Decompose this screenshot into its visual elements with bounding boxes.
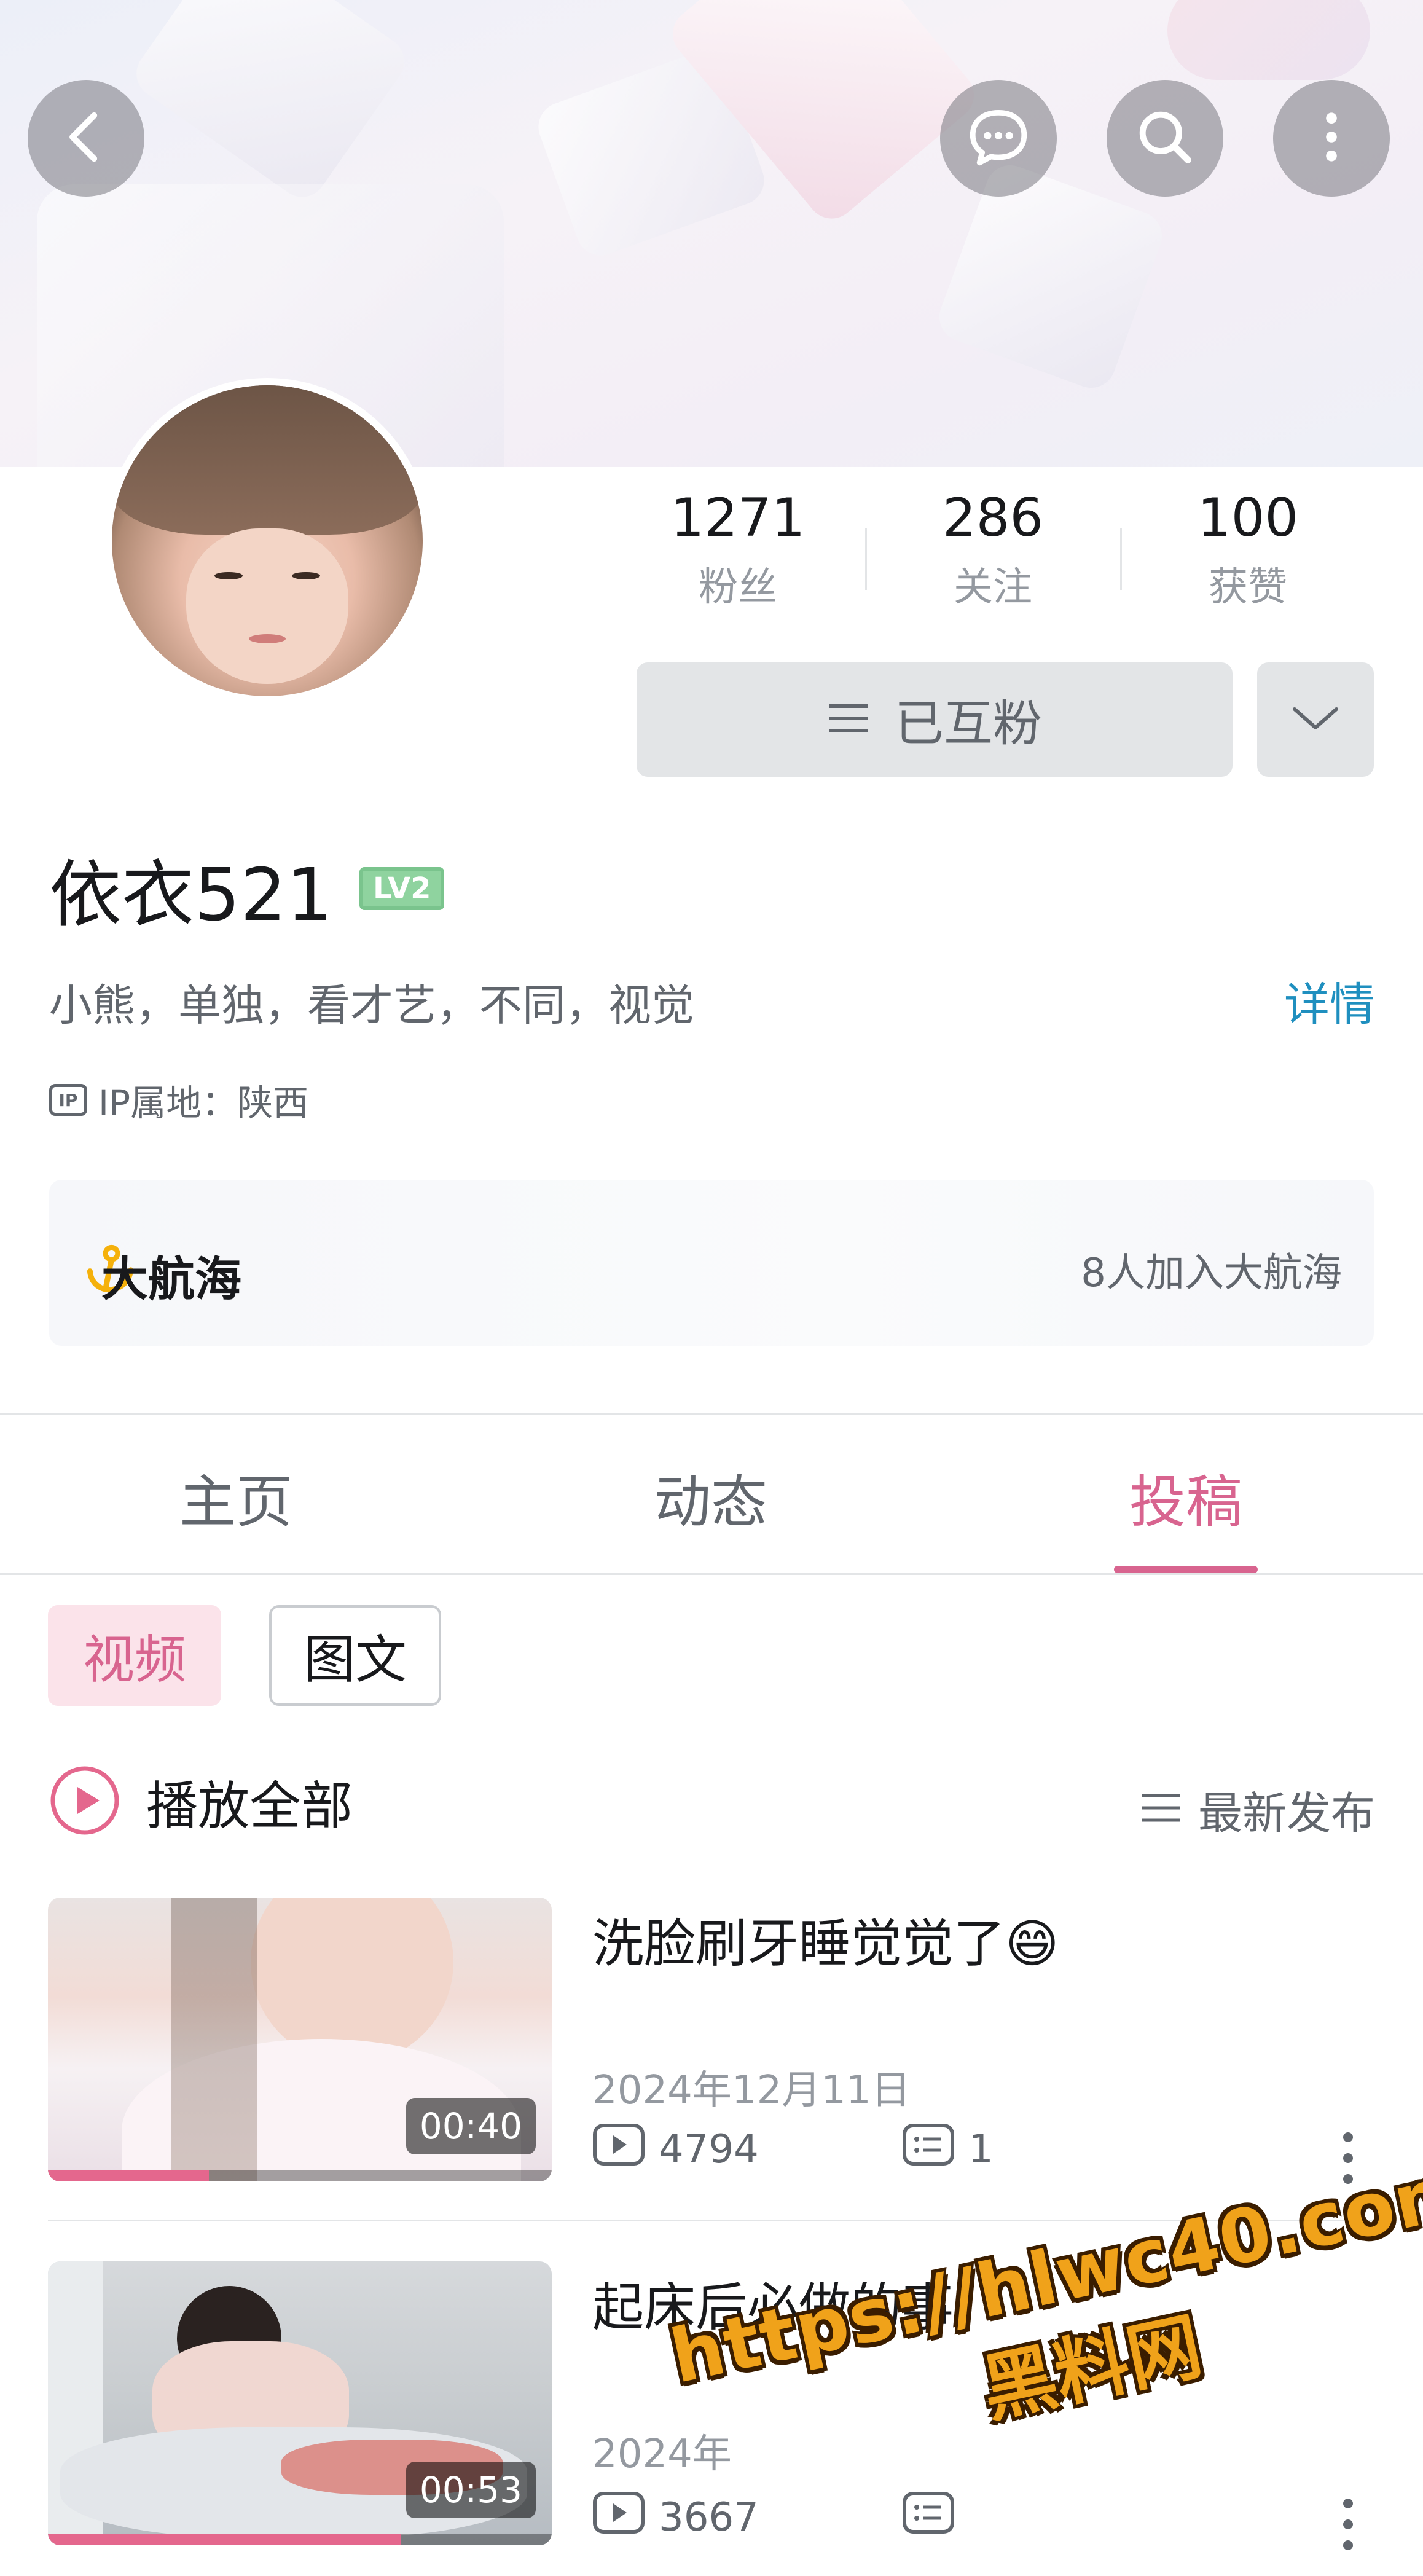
ip-location-text: IP属地：陕西	[98, 1082, 309, 1124]
tab-dynamics[interactable]: 动态	[588, 1456, 834, 1538]
stat-fans[interactable]: 1271 粉丝	[637, 492, 839, 607]
comment-count-icon	[902, 2491, 955, 2544]
play-count: 4794	[659, 2127, 759, 2172]
chat-bubble-icon	[965, 103, 1032, 173]
video-more-button[interactable]	[1343, 2499, 1353, 2561]
stat-likes[interactable]: 100 获赞	[1147, 492, 1349, 607]
message-button[interactable]	[940, 80, 1057, 197]
ip-location: IP IP属地：陕西	[49, 1074, 308, 1126]
following-count: 286	[942, 487, 1044, 549]
sort-label: 最新发布	[1198, 1788, 1375, 1839]
search-icon	[1131, 103, 1199, 173]
video-duration: 00:53	[406, 2462, 536, 2518]
filter-video[interactable]: 视频	[48, 1605, 221, 1706]
more-vertical-icon	[1298, 103, 1365, 173]
sort-lines-icon	[1140, 1784, 1181, 1836]
filter-image-text[interactable]: 图文	[269, 1605, 441, 1706]
detail-link[interactable]: 详情	[1284, 968, 1375, 1034]
likes-count: 100	[1197, 487, 1299, 549]
play-all-button[interactable]: 播放全部	[48, 1764, 353, 1840]
follow-options-button[interactable]	[1257, 662, 1374, 777]
tab-home[interactable]: 主页	[113, 1456, 359, 1538]
stat-following[interactable]: 286 关注	[892, 492, 1094, 607]
chevron-down-icon	[1291, 703, 1340, 736]
video-title[interactable]: 洗脸刷牙睡觉觉了😄	[592, 1903, 1059, 1977]
video-comments	[902, 2491, 968, 2544]
signature: 小熊，单独，看才艺，不同，视觉	[49, 980, 694, 1031]
play-all-label: 播放全部	[146, 1775, 353, 1836]
tab-uploads[interactable]: 投稿	[1063, 1456, 1309, 1538]
divider	[0, 1413, 1423, 1415]
comment-count-icon	[902, 2123, 955, 2176]
stat-divider	[865, 528, 867, 590]
video-thumbnail[interactable]: 00:53	[48, 2261, 552, 2545]
play-count: 3667	[659, 2495, 759, 2540]
fleet-info: 8人加入大航海	[1081, 1251, 1342, 1296]
video-duration: 00:40	[406, 2098, 536, 2154]
video-comments: 1	[902, 2123, 994, 2176]
video-date: 2024年12月11日	[592, 2068, 911, 2113]
watch-progress	[48, 2534, 552, 2545]
back-arrow-icon	[52, 103, 120, 173]
watch-progress	[48, 2170, 552, 2181]
video-plays: 3667	[592, 2491, 759, 2544]
following-label: 关注	[954, 565, 1032, 610]
ip-icon: IP	[49, 1084, 87, 1116]
play-circle-icon	[48, 1764, 122, 1840]
name-row: 依衣521 LV2	[49, 836, 445, 941]
play-count-icon	[592, 2491, 645, 2544]
watermark: https://hlwc40.com 黑料网	[664, 2147, 1423, 2499]
likes-label: 获赞	[1209, 565, 1287, 610]
follow-label: 已互粉	[895, 695, 1042, 752]
fans-count: 1271	[670, 487, 806, 549]
fleet-title: 大航海	[101, 1252, 241, 1306]
user-name: 依衣521	[49, 852, 333, 937]
search-button[interactable]	[1107, 80, 1223, 197]
level-badge: LV2	[359, 866, 445, 910]
sort-button[interactable]: 最新发布	[1140, 1777, 1375, 1842]
video-thumbnail[interactable]: 00:40	[48, 1898, 552, 2181]
mutual-follow-button[interactable]: 已互粉	[637, 662, 1233, 777]
more-button[interactable]	[1273, 80, 1390, 197]
menu-lines-icon	[827, 691, 870, 748]
play-count-icon	[592, 2123, 645, 2176]
back-button[interactable]	[28, 80, 144, 197]
avatar[interactable]	[104, 378, 430, 704]
stat-divider	[1120, 528, 1122, 590]
divider	[0, 1573, 1423, 1575]
video-plays: 4794	[592, 2123, 759, 2176]
fans-label: 粉丝	[699, 565, 777, 610]
comment-count: 1	[968, 2127, 994, 2172]
tab-indicator	[1114, 1566, 1258, 1573]
